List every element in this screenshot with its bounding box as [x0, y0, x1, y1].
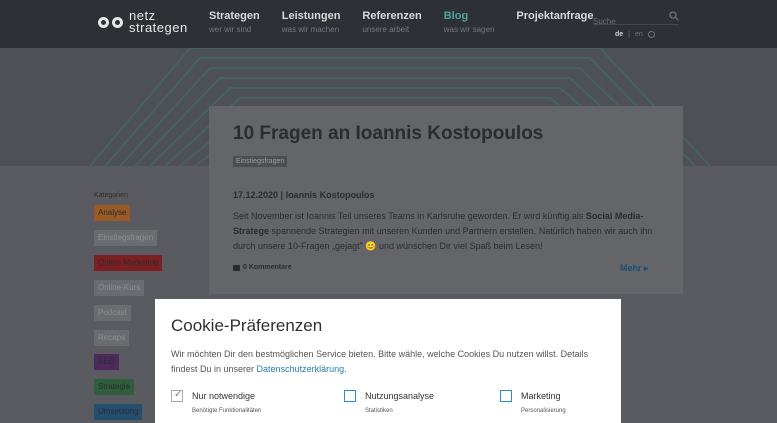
search-placeholder: Suche [593, 17, 616, 26]
category-recaps[interactable]: Recaps [94, 330, 130, 346]
nav-item-strategen[interactable]: Strategen wer wir sind [209, 10, 260, 34]
category-seo[interactable]: SEO [94, 354, 119, 370]
cookie-dialog: Cookie-Präferenzen Wir möchten Dir den b… [155, 299, 621, 423]
nav-item-projektanfrage[interactable]: Projektanfrage [516, 10, 593, 34]
logo-icon [98, 16, 123, 28]
category-online-marketing[interactable]: Online Marketing [94, 255, 163, 271]
category-einstiegsfragen[interactable]: Einstiegsfragen [94, 230, 158, 246]
checkmark-icon: ✓ [174, 389, 183, 400]
cookie-option-marketing: Marketing Personalisierung [500, 390, 566, 414]
category-strategie[interactable]: Strategie [94, 379, 135, 395]
category-online-kurs[interactable]: Online-Kurs [94, 280, 145, 296]
article-card: 10 Fragen an Ioannis Kostopoulos Einstie… [209, 106, 683, 294]
category-podcast[interactable]: Podcast [94, 305, 131, 321]
cookie-option-analytics: Nutzungsanalyse Statistiken [344, 390, 434, 414]
lang-separator: | [628, 31, 630, 38]
globe-icon[interactable] [647, 31, 655, 38]
comments-link[interactable]: 0 Kommentare [233, 264, 292, 271]
categories-title: Kategorien [94, 192, 128, 199]
main-nav: Strategen wer wir sind Leistungen was wi… [209, 10, 615, 34]
marketing-checkbox[interactable] [500, 390, 512, 402]
lang-en[interactable]: en [635, 31, 643, 38]
logo-text-line2: strategen [129, 20, 188, 35]
nav-item-leistungen[interactable]: Leistungen was wir machen [282, 10, 341, 34]
analytics-checkbox[interactable] [344, 390, 356, 402]
article-meta: 17.12.2020 | Ioannis Kostopoulos [233, 190, 375, 200]
nav-item-referenzen[interactable]: Referenzen unsere arbeit [362, 10, 421, 34]
cookie-title: Cookie-Präferenzen [171, 316, 323, 335]
category-analyse[interactable]: Analyse [94, 205, 131, 221]
logo[interactable]: netz strategen [98, 9, 188, 35]
article-title[interactable]: 10 Fragen an Ioannis Kostopoulos [233, 123, 543, 145]
lang-de[interactable]: de [615, 31, 623, 38]
search-input[interactable]: Suche [593, 11, 679, 26]
article-excerpt: Seit November ist Ioannis Teil unseres T… [233, 211, 653, 251]
privacy-policy-link[interactable]: Datenschutzerklärung [257, 364, 345, 374]
search-icon[interactable] [669, 11, 679, 21]
cookie-description: Wir möchten Dir den bestmöglichen Servic… [171, 349, 589, 374]
necessary-checkbox[interactable]: ✓ [171, 389, 183, 402]
comment-icon [233, 264, 240, 271]
cookie-option-necessary: ✓ Nur notwendige Benötigte Funktionalitä… [171, 389, 261, 414]
more-link[interactable]: Mehr ▸ [620, 263, 649, 274]
site-header: netz strategen Strategen wer wir sind Le… [0, 0, 777, 48]
category-umsetzung[interactable]: Umsetzung [94, 404, 143, 420]
language-switch: de | en [615, 31, 655, 38]
article-tag[interactable]: Einstiegsfragen [233, 156, 288, 167]
nav-item-blog[interactable]: Blog was wir sagen [444, 10, 495, 34]
